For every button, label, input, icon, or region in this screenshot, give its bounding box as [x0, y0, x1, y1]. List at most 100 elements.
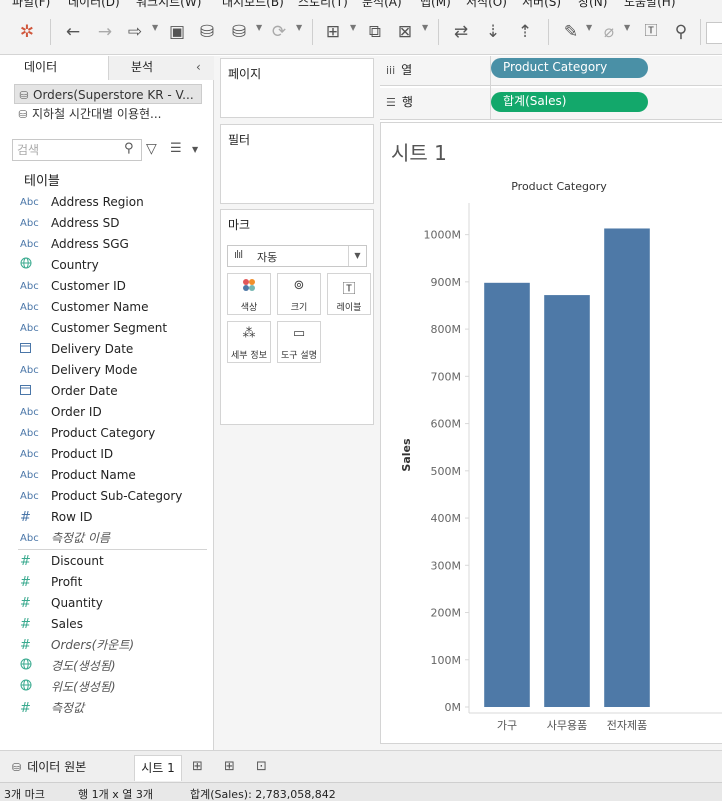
menu-item[interactable]: 워크시트(W)	[136, 0, 201, 9]
menu-item[interactable]: 대시보드(B)	[222, 0, 284, 9]
new-worksheet-icon[interactable]: ⊞	[192, 759, 203, 774]
field-item[interactable]: Delivery Date	[20, 339, 208, 360]
new-dashboard-icon[interactable]: ⊞	[224, 759, 235, 774]
marks-card-title: 마크	[228, 218, 251, 232]
redo-icon[interactable]: →	[94, 21, 116, 43]
field-item[interactable]: # Sales	[20, 614, 208, 635]
fit-dropdown[interactable]	[706, 22, 722, 44]
rows-pill-sum-sales[interactable]: 합계(Sales)	[491, 92, 648, 112]
field-item[interactable]: Country	[20, 255, 208, 276]
menu-item[interactable]: 데이터(D)	[68, 0, 120, 9]
globe-icon	[20, 677, 46, 698]
show-labels-icon[interactable]: 🅃	[640, 21, 662, 43]
search-input[interactable]	[17, 142, 117, 158]
label-button[interactable]: 🅃 레이블	[327, 273, 371, 315]
menu-item[interactable]: 분석(A)	[362, 0, 402, 9]
tab-datasource-label: 데이터 원본	[27, 760, 87, 774]
new-worksheet-caret-icon[interactable]: ▼	[350, 23, 356, 32]
swap-icon[interactable]: ⇄	[450, 21, 472, 43]
menu-item[interactable]: 스토리(T)	[298, 0, 348, 9]
menu-item[interactable]: 서식(O)	[466, 0, 507, 9]
menu-item[interactable]: 서버(S)	[522, 0, 561, 9]
bar	[484, 282, 530, 707]
tableau-logo-icon[interactable]: ✲	[16, 21, 38, 43]
bar-chart: Product Category 0M 100M 200M 300M 400M 500M 60…	[400, 180, 722, 732]
field-item[interactable]: Abc Address Region	[20, 192, 208, 213]
highlight-caret-icon[interactable]: ▼	[586, 23, 592, 32]
tab-data[interactable]: 데이터	[0, 56, 108, 80]
field-item[interactable]: # 측정값	[20, 698, 208, 719]
field-item[interactable]: Abc Address SD	[20, 213, 208, 234]
color-button[interactable]: 색상	[227, 273, 271, 315]
save-icon[interactable]: ▣	[166, 21, 188, 43]
pages-card-title: 페이지	[228, 67, 262, 81]
undo-icon[interactable]: ←	[62, 21, 84, 43]
refresh-caret-icon[interactable]: ▼	[296, 23, 302, 32]
menu-item[interactable]: 도움말(H)	[624, 0, 676, 9]
field-item[interactable]: Abc Product ID	[20, 444, 208, 465]
field-item[interactable]: Abc Customer Name	[20, 297, 208, 318]
tab-datasource[interactable]: ⛁ 데이터 원본	[6, 755, 94, 779]
duplicate-icon[interactable]: ⧉	[364, 21, 386, 43]
chevron-down-icon[interactable]: ▼	[348, 246, 366, 266]
group-caret-icon[interactable]: ▼	[624, 23, 630, 32]
field-item[interactable]: # Row ID	[20, 507, 208, 528]
string-type-icon: Abc	[20, 470, 39, 481]
pages-card[interactable]: 페이지	[220, 58, 374, 118]
datasource-item-subway[interactable]: ⛁ 지하철 시간대별 이용현...	[14, 104, 202, 124]
collapse-pane-icon[interactable]: ‹	[196, 60, 201, 74]
field-item[interactable]: # Profit	[20, 572, 208, 593]
datasource-caret-icon[interactable]: ▼	[256, 23, 262, 32]
detail-button[interactable]: ⁂ 세부 정보	[227, 321, 271, 363]
columns-icon: iii	[386, 64, 396, 77]
field-item[interactable]: Abc Product Category	[20, 423, 208, 444]
tooltip-button[interactable]: ▭ 도구 설명	[277, 321, 321, 363]
field-item[interactable]: Order Date	[20, 381, 208, 402]
replay-caret-icon[interactable]: ▼	[152, 23, 158, 32]
filters-card[interactable]: 필터	[220, 124, 374, 204]
field-item[interactable]: 경도(생성됨)	[20, 656, 208, 677]
field-item[interactable]: Abc Product Name	[20, 465, 208, 486]
field-item[interactable]: Abc 측정값 이름	[20, 528, 208, 549]
pin-icon[interactable]: ⚲	[670, 21, 692, 43]
sort-descending-icon[interactable]: ⇡	[514, 21, 536, 43]
sort-ascending-icon[interactable]: ⇣	[482, 21, 504, 43]
size-icon: ⊚	[293, 278, 305, 293]
columns-shelf[interactable]: iii 열 Product Category	[380, 56, 722, 88]
field-item[interactable]: 위도(생성됨)	[20, 677, 208, 698]
filter-icon[interactable]: ▽	[146, 141, 157, 157]
size-button[interactable]: ⊚ 크기	[277, 273, 321, 315]
new-story-icon[interactable]: ⊡	[256, 759, 267, 774]
field-item[interactable]: Abc Order ID	[20, 402, 208, 423]
rows-shelf[interactable]: ☰ 행 합계(Sales)	[380, 88, 722, 120]
datasource-item-orders[interactable]: ⛁ Orders(Superstore KR - V...	[14, 84, 202, 104]
replay-icon[interactable]: ⇨	[124, 21, 146, 43]
new-worksheet-icon[interactable]: ⊞	[322, 21, 344, 43]
refresh-icon[interactable]: ⟳	[268, 21, 290, 43]
field-item[interactable]: # Quantity	[20, 593, 208, 614]
menu-item[interactable]: 파일(F)	[12, 0, 50, 9]
new-datasource-icon[interactable]: ⛁	[196, 21, 218, 43]
menu-item[interactable]: 창(N)	[578, 0, 607, 9]
columns-pill-product-category[interactable]: Product Category	[491, 58, 648, 78]
view-list-caret-icon[interactable]: ▼	[192, 145, 198, 154]
field-item[interactable]: Abc Delivery Mode	[20, 360, 208, 381]
pause-updates-icon[interactable]: ⛁	[228, 21, 250, 43]
highlight-icon[interactable]: ✎	[560, 21, 582, 43]
field-item[interactable]: Abc Product Sub-Category	[20, 486, 208, 507]
view-list-icon[interactable]: ☰	[170, 141, 182, 156]
group-icon[interactable]: ⌀	[598, 21, 620, 43]
marks-card: 마크 ılıl 자동 ▼ 색상 ⊚ 크기 🅃 레이블 ⁂ 세부 정보 ▭ 도구 …	[220, 209, 374, 425]
field-item[interactable]: # Discount	[20, 551, 208, 572]
search-icon[interactable]: ⚲	[124, 141, 134, 156]
mark-type-dropdown[interactable]: ılıl 자동 ▼	[227, 245, 367, 267]
tab-sheet-1[interactable]: 시트 1	[134, 755, 182, 781]
field-item[interactable]: Abc Customer ID	[20, 276, 208, 297]
clear-sheet-caret-icon[interactable]: ▼	[422, 23, 428, 32]
menu-item[interactable]: 맵(M)	[420, 0, 451, 9]
field-item[interactable]: # Orders(카운트)	[20, 635, 208, 656]
field-item[interactable]: Abc Address SGG	[20, 234, 208, 255]
field-item[interactable]: Abc Customer Segment	[20, 318, 208, 339]
field-label: 측정값 이름	[51, 531, 111, 545]
clear-sheet-icon[interactable]: ⊠	[394, 21, 416, 43]
